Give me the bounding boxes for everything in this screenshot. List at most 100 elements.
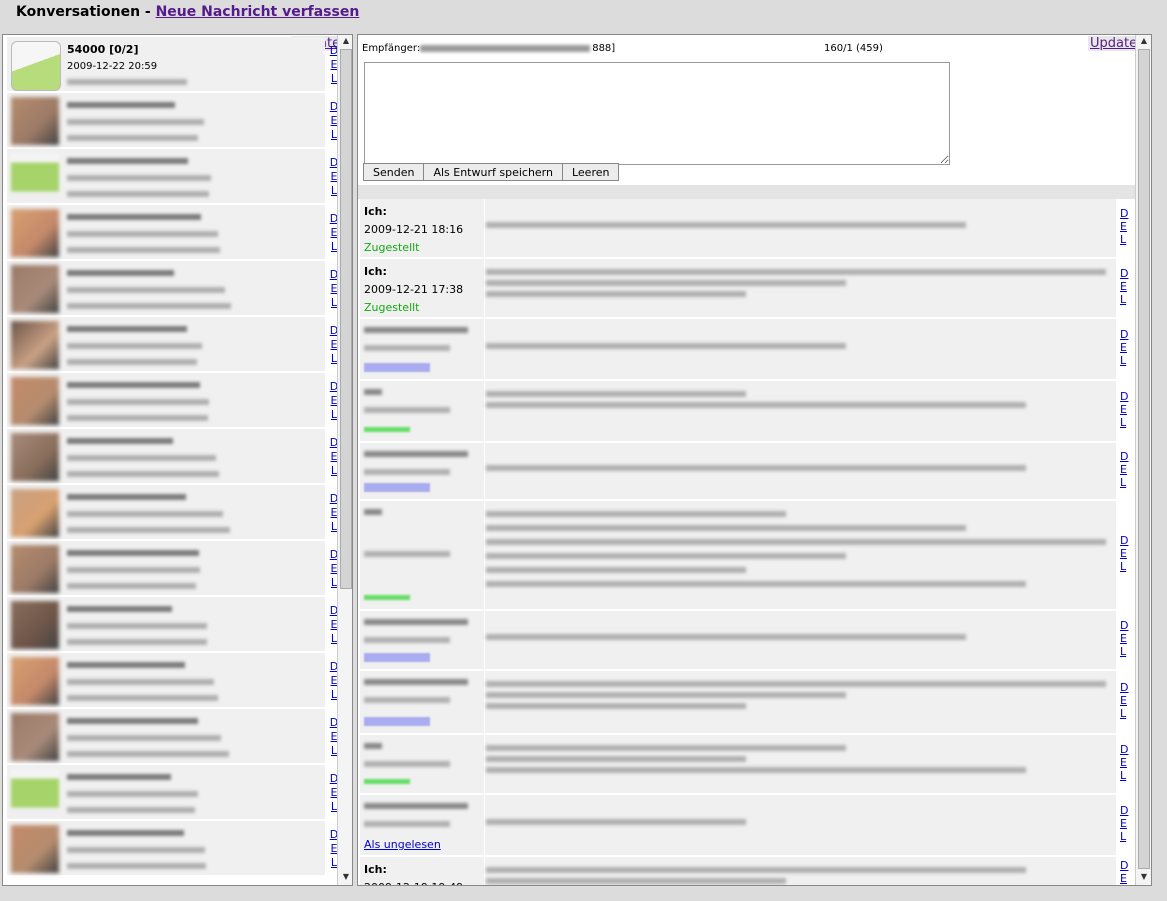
conversation-date-redacted — [67, 175, 211, 181]
conversation-list-scrollbar[interactable]: ▲ ▼ — [337, 35, 352, 885]
scroll-down-arrow-icon[interactable]: ▼ — [340, 871, 352, 883]
compose-separator — [358, 185, 1138, 199]
column-separator — [484, 259, 485, 317]
conversation-preview-redacted — [67, 639, 207, 645]
scroll-up-arrow-icon[interactable]: ▲ — [340, 35, 352, 47]
delete-letter: D — [1120, 619, 1129, 632]
scrollbar-thumb[interactable] — [1138, 49, 1150, 869]
message-date-redacted — [364, 637, 450, 643]
contact-avatar — [11, 433, 59, 481]
message-text-line — [486, 819, 746, 825]
mark-unread-link[interactable]: Als ungelesen — [364, 838, 441, 851]
conversation-item[interactable] — [7, 317, 325, 372]
save-draft-button[interactable]: Als Entwurf speichern — [423, 163, 563, 181]
conversation-item[interactable] — [7, 261, 325, 316]
compose-new-message-link[interactable]: Neue Nachricht verfassen — [156, 4, 360, 20]
message-date-redacted — [364, 821, 450, 827]
delete-letter: D — [1120, 804, 1129, 817]
send-button[interactable]: Senden — [363, 163, 425, 181]
message-textarea[interactable] — [364, 62, 950, 165]
conversation-item[interactable]: 54000 [0/2] 2009-12-22 20:59 — [7, 37, 325, 92]
message-text-line — [486, 269, 1106, 275]
message-list-scrollbar[interactable]: ▲ ▼ — [1135, 35, 1151, 885]
conversation-item[interactable] — [7, 541, 325, 596]
delete-message-link[interactable]: DEL — [1120, 804, 1128, 843]
delete-message-link[interactable]: DEL — [1120, 328, 1128, 367]
column-separator — [484, 795, 485, 855]
conversation-title-redacted — [67, 438, 173, 444]
conversation-title-redacted — [67, 662, 185, 668]
conversation-date: 2009-12-22 20:59 — [67, 61, 158, 72]
delete-letter: E — [1120, 403, 1127, 416]
message-item — [360, 501, 1116, 610]
delete-letter: D — [1120, 743, 1129, 756]
conversation-date-redacted — [67, 343, 202, 349]
clear-button[interactable]: Leeren — [561, 163, 620, 181]
delete-letter: E — [1120, 632, 1127, 645]
conversation-title-redacted — [67, 270, 174, 276]
recipient-suffix: 888] — [592, 43, 616, 54]
delete-message-link[interactable]: DEL — [1120, 267, 1128, 306]
conversation-title-redacted — [67, 102, 175, 108]
message-sender: Ich: — [364, 265, 387, 278]
conversation-date-redacted — [67, 679, 214, 685]
message-sender: Ich: — [364, 863, 387, 876]
message-text-line — [486, 539, 1106, 545]
delete-letter: L — [1120, 233, 1127, 246]
delete-message-link[interactable]: DEL — [1120, 390, 1128, 429]
column-separator — [484, 199, 485, 257]
conversation-item[interactable] — [7, 429, 325, 484]
column-separator — [484, 501, 485, 609]
recipient-redacted — [420, 44, 591, 52]
delete-message-link[interactable]: DEL — [1120, 619, 1128, 658]
scroll-up-arrow-icon[interactable]: ▲ — [1138, 35, 1150, 47]
conversation-title-redacted — [67, 550, 199, 556]
conversation-preview-redacted — [67, 695, 218, 701]
scroll-down-arrow-icon[interactable]: ▼ — [1138, 871, 1150, 883]
message-sender-redacted — [364, 619, 468, 625]
conversation-title-redacted — [67, 494, 186, 500]
delete-message-link[interactable]: DEL — [1120, 450, 1128, 489]
conversation-item[interactable] — [7, 93, 325, 148]
delete-message-link[interactable]: DEL — [1120, 743, 1128, 782]
conversation-date-redacted — [67, 623, 207, 629]
conversation-item[interactable] — [7, 205, 325, 260]
delete-letter: E — [1120, 220, 1127, 233]
conversation-item[interactable] — [7, 709, 325, 764]
conversation-item[interactable] — [7, 149, 325, 204]
message-date-redacted — [364, 345, 450, 351]
scrollbar-thumb[interactable] — [340, 49, 352, 589]
message-item — [360, 319, 1116, 380]
delete-letter: L — [1120, 707, 1127, 720]
delivery-status: Zugestellt — [364, 241, 420, 254]
column-separator — [484, 735, 485, 793]
conversation-item[interactable] — [7, 821, 325, 876]
contact-avatar — [11, 265, 59, 313]
conversation-item[interactable] — [7, 765, 325, 820]
message-item — [360, 381, 1116, 442]
conversation-date-redacted — [67, 567, 200, 573]
messages-update-link[interactable]: Update — [1088, 36, 1140, 51]
conversation-preview-redacted — [67, 415, 208, 421]
conversation-item[interactable] — [7, 373, 325, 428]
delete-message-link[interactable]: DEL — [1120, 534, 1128, 573]
conversation-date-redacted — [67, 231, 218, 237]
delete-message-link[interactable]: DEL — [1120, 681, 1128, 720]
delete-letter: L — [1120, 769, 1127, 782]
delete-message-link[interactable]: DEL — [1120, 207, 1128, 246]
message-date-redacted — [364, 697, 450, 703]
delete-letter: L — [1120, 830, 1127, 843]
message-text-line — [486, 280, 846, 286]
conversation-item[interactable] — [7, 653, 325, 708]
contact-avatar — [11, 601, 59, 649]
conversation-item[interactable] — [7, 597, 325, 652]
delete-message-link[interactable]: DEL — [1120, 859, 1129, 885]
delete-letter: D — [1120, 859, 1129, 872]
delete-letter: E — [1120, 280, 1127, 293]
message-item — [360, 671, 1116, 734]
conversation-title-redacted — [67, 158, 188, 164]
android-avatar-icon — [11, 153, 59, 201]
status-indicator-sent — [364, 779, 410, 784]
delete-letter: E — [1120, 817, 1127, 830]
conversation-item[interactable] — [7, 485, 325, 540]
